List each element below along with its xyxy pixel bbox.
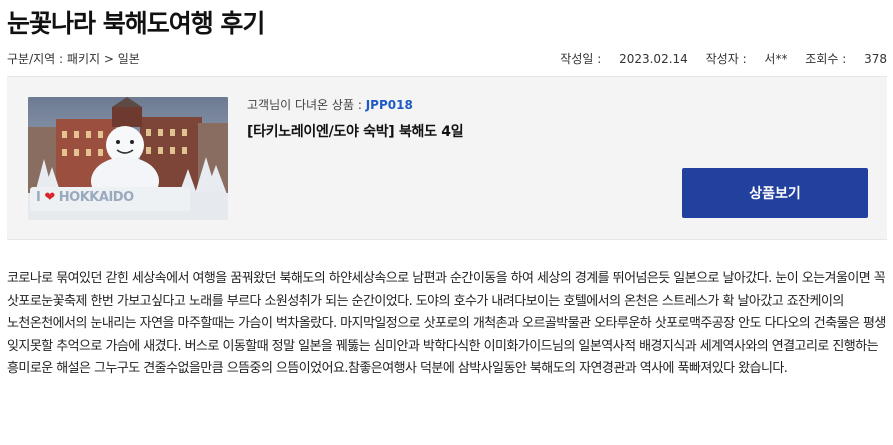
category-label: 구분/지역 xyxy=(7,51,56,66)
views-value: 378 xyxy=(864,51,887,66)
views-info: 조회수 : 378 xyxy=(805,51,887,66)
category-value: 패키지 > 일본 xyxy=(66,51,140,66)
meta-row: 구분/지역 : 패키지 > 일본 작성일 : 2023.02.14 작성자 : … xyxy=(7,49,887,67)
product-name[interactable]: [타키노레이엔/도야 숙박] 북해도 4일 xyxy=(247,121,464,141)
page-title: 눈꽃나라 북해도여행 후기 xyxy=(7,9,265,38)
heart-icon: ❤ xyxy=(44,190,55,205)
author-value: 서** xyxy=(764,51,788,66)
category-info: 구분/지역 : 패키지 > 일본 xyxy=(7,51,140,66)
date-value: 2023.02.14 xyxy=(619,51,688,66)
view-product-button[interactable]: 상품보기 xyxy=(682,168,868,218)
product-box: I ❤ HOKKAIDO 고객님이 다녀온 상품 : JPP018 [타키노레이… xyxy=(7,76,887,240)
product-code-line: 고객님이 다녀온 상품 : JPP018 xyxy=(247,98,413,112)
product-days: 4 xyxy=(441,124,451,140)
review-body: 코로나로 묶여있던 갇힌 세상속에서 여행을 꿈꿔왔던 북해도의 하얀세상속으로… xyxy=(7,271,886,376)
thumbnail-sign-text: I ❤ HOKKAIDO xyxy=(36,190,134,205)
product-code-label: 고객님이 다녀온 상품 xyxy=(247,98,354,112)
product-thumbnail[interactable]: I ❤ HOKKAIDO xyxy=(28,97,228,220)
product-code[interactable]: JPP018 xyxy=(366,98,413,112)
post-stats: 작성일 : 2023.02.14 작성자 : 서** 조회수 : 378 xyxy=(560,50,887,67)
date-info: 작성일 : 2023.02.14 xyxy=(560,51,688,66)
author-info: 작성자 : 서** xyxy=(705,51,788,66)
